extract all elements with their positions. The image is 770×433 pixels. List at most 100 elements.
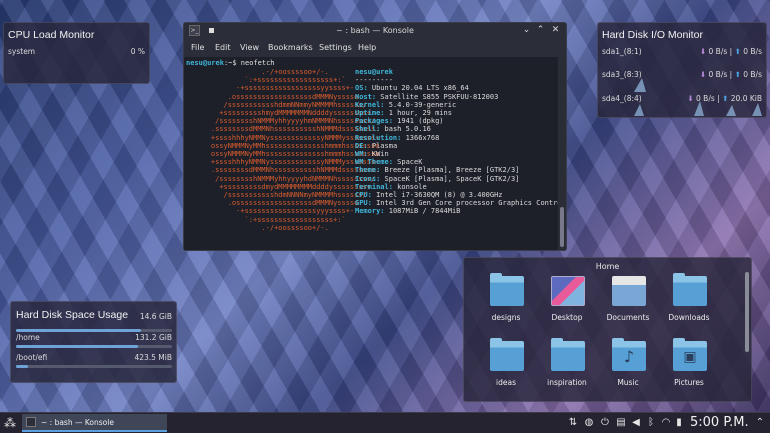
task-konsole[interactable]: ~ : bash — Konsole (22, 414, 167, 432)
info-colon: : (380, 207, 389, 216)
info-colon: : (376, 166, 385, 175)
folder-item-music[interactable]: ♪ Music (598, 338, 658, 401)
window-titlebar[interactable]: >_ ~ : bash — Konsole ⌄ ⌃ ✕ (184, 23, 566, 39)
logo-line: -+sssssssssssssssssyyyssss+- (194, 207, 355, 216)
info-key: Theme (355, 166, 377, 175)
info-colon: : (376, 174, 385, 183)
scrollbar-thumb[interactable] (560, 207, 564, 247)
task-label: ~ : bash — Konsole (41, 418, 114, 427)
folder-label: Downloads (668, 313, 710, 322)
expand-tray-icon[interactable]: ⌃ (754, 416, 766, 430)
menu-file[interactable]: File (191, 43, 204, 52)
menu-settings[interactable]: Settings (319, 43, 352, 52)
io-write-value: 0 B/s (743, 47, 762, 56)
info-value: SpaceK [Plasma], SpaceK [GTK2/3] (384, 174, 520, 183)
folder-item-documents[interactable]: Documents (598, 276, 658, 336)
io-values: ⬇ 0 B/s | ⬆ 0 B/s (699, 47, 762, 56)
cpu-widget-title: CPU Load Monitor (8, 29, 95, 41)
folder-icon (551, 338, 585, 371)
info-value: Intel i7-3630QM (8) @ 3.400GHz (376, 191, 503, 200)
clipboard-icon[interactable]: ▤ (615, 416, 627, 430)
folder-item-pictures[interactable]: ▣ Pictures (659, 338, 719, 401)
logo-line: +sssssssssdmydMMMMMMMMddddyssssssss+ (194, 182, 372, 191)
info-separator: --------- (355, 76, 393, 85)
io-row: sda4_(8:4) ⬇ 0 B/s | ⬆ 20.0 KiB (602, 94, 762, 116)
info-value: Ubuntu 20.04 LTS x86_64 (371, 84, 469, 93)
menu-view[interactable]: View (240, 43, 259, 52)
konsole-window[interactable]: >_ ~ : bash — Konsole ⌄ ⌃ ✕ File Edit Vi… (183, 22, 567, 251)
io-device-name: sda1_(8:1) (602, 47, 642, 56)
mount-path: /home (16, 333, 40, 342)
mount-path: /boot/efi (16, 353, 48, 362)
folder-label: Desktop (551, 313, 583, 322)
app-launcher-icon[interactable]: ⁂ (3, 416, 17, 430)
logo-line: /sssssssshNMMMyhhyyyyhmNMMMNhssssssss/ (194, 117, 376, 126)
info-value: 1087MiB / 7844MiB (388, 207, 461, 216)
info-key: Resolution (355, 133, 398, 142)
folder-item-designs[interactable]: designs (476, 273, 536, 336)
folder-item-desktop[interactable]: Desktop (537, 276, 597, 336)
battery-icon[interactable]: ▮ (673, 416, 685, 430)
io-graph (634, 101, 762, 116)
volume-icon[interactable]: ◀ (630, 416, 642, 430)
logo-line: .ssssssssdMMMNhsssssssssshNMMMdssssssss. (194, 125, 380, 134)
chevron-down-icon[interactable]: ⌄ (521, 25, 532, 36)
logo-line: +ssssssssshmydMMMMMMMNddddyssssssss+ (194, 109, 372, 118)
usage-bar (16, 365, 172, 368)
cpu-value: 0 % (130, 47, 145, 56)
window-title: ~ : bash — Konsole (336, 26, 414, 35)
folder-view-scrollbar[interactable] (745, 272, 749, 352)
system-info: nesu@urek --------- OS: Ubuntu 20.04 LTS x… (355, 68, 558, 216)
info-colon: : (388, 117, 398, 126)
folder-item-ideas[interactable]: ideas (476, 338, 536, 401)
info-value: Breeze [Plasma], Breeze [GTK2/3] (384, 166, 520, 175)
info-row: Uptime: 1 hour, 29 mins (355, 109, 558, 117)
info-colon: : (363, 84, 372, 93)
updates-icon[interactable]: ◍ (583, 416, 595, 430)
bluetooth-icon[interactable]: ᛒ (645, 416, 657, 430)
folder-label: ideas (496, 378, 516, 387)
folder-item-inspiration[interactable]: inspiration (537, 338, 597, 401)
io-graph (634, 78, 646, 92)
folder-label: inspiration (547, 378, 587, 387)
read-arrow-icon: ⬇ (699, 47, 707, 56)
io-values: ⬇ 0 B/s | ⬆ 0 B/s (699, 70, 762, 79)
info-key: Uptime (355, 109, 381, 118)
info-value: KWin (371, 150, 389, 159)
info-colon: : (363, 150, 372, 159)
folder-label: Music (617, 378, 639, 387)
logo-line: /sssssssshNMMMyhhyyyyhdNMMMNhssssssss/ (194, 174, 376, 183)
network-icon[interactable]: ⇅ (567, 416, 579, 430)
menu-edit[interactable]: Edit (215, 43, 231, 52)
menu-bookmarks[interactable]: Bookmarks (268, 43, 313, 52)
power-icon[interactable]: ⏻ (599, 416, 611, 430)
close-button[interactable]: ✕ (550, 25, 561, 36)
folder-item-downloads[interactable]: Downloads (659, 273, 719, 336)
wifi-icon[interactable]: ◠ (660, 416, 672, 430)
folder-label: Documents (606, 313, 650, 322)
folder-icon (673, 273, 707, 306)
info-value: SpaceK (397, 158, 423, 167)
clock[interactable]: 5:00 P.M. (690, 415, 749, 430)
info-value: 1 hour, 29 mins (388, 109, 452, 118)
info-row: Packages: 1941 (dpkg) (355, 117, 558, 125)
maximize-button[interactable]: ⌃ (535, 25, 546, 36)
logo-line: `:+ssssssssssssssssss+:` (194, 76, 346, 85)
logo-line: .ssssssssdMMMNhsssssssssshNMMMdssssssss. (194, 166, 380, 175)
taskbar: ⁂ ~ : bash — Konsole ⇅ ◍ ⏻ ▤ ◀ ᛒ ◠ ▮ 5:0… (0, 412, 770, 433)
logo-line: +sssshhhyNMMNyssssssssssssyNMMMysssssss+ (194, 158, 380, 167)
info-key: CPU (355, 191, 368, 200)
folder-icon (490, 273, 524, 306)
menu-help[interactable]: Help (358, 43, 376, 52)
logo-line: ossyNMMMNyMMhsssssssssssssshmmmhssssssso (194, 150, 380, 159)
space-widget-title: Hard Disk Space Usage (16, 309, 129, 321)
info-value: bash 5.0.16 (384, 125, 431, 134)
documents-folder-icon (612, 276, 646, 306)
terminal-scrollbar[interactable] (558, 57, 566, 250)
cpu-load-widget: CPU Load Monitor system 0 % (3, 22, 150, 84)
disk-space-widget: Hard Disk Space Usage 14.6 GiB /home 131… (10, 301, 177, 383)
info-row: Host: Satellite S855 PSKFUU-812003 (355, 93, 558, 101)
io-read-value: 0 B/s (708, 70, 728, 79)
terminal-output[interactable]: nesu@urek:~$ neofetch .-/+oossssoo+/-. `… (184, 57, 558, 250)
info-colon: : (397, 133, 406, 142)
